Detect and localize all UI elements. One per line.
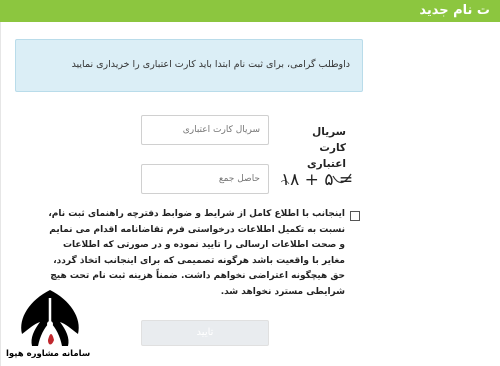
serial-label: سریال کارت اعتباری bbox=[307, 126, 346, 170]
agreement-checkbox[interactable] bbox=[350, 211, 360, 221]
top-header-bar: ت نام جدید bbox=[0, 0, 500, 22]
serial-input[interactable] bbox=[141, 115, 269, 145]
submit-button[interactable]: تایید bbox=[141, 320, 269, 346]
captcha-answer-input[interactable] bbox=[141, 164, 269, 194]
info-alert: داوطلب گرامی، برای ثبت نام ابتدا باید کا… bbox=[15, 39, 363, 92]
captcha-expression: ۱۸ + ۵ = bbox=[281, 170, 354, 190]
agreement-text: اینجانب با اطلاع کامل از شرایط و ضوابط د… bbox=[48, 209, 345, 297]
info-message: داوطلب گرامی، برای ثبت نام ابتدا باید کا… bbox=[71, 59, 350, 70]
pen-nib-logo-icon bbox=[21, 290, 79, 346]
logo-caption: سامانه مشاوره هپوا bbox=[6, 349, 91, 359]
brand-logo: سامانه مشاوره هپوا bbox=[0, 288, 100, 366]
captcha-image: ۱۸ + ۵ = bbox=[281, 168, 353, 194]
page-title: ت نام جدید bbox=[419, 3, 490, 18]
